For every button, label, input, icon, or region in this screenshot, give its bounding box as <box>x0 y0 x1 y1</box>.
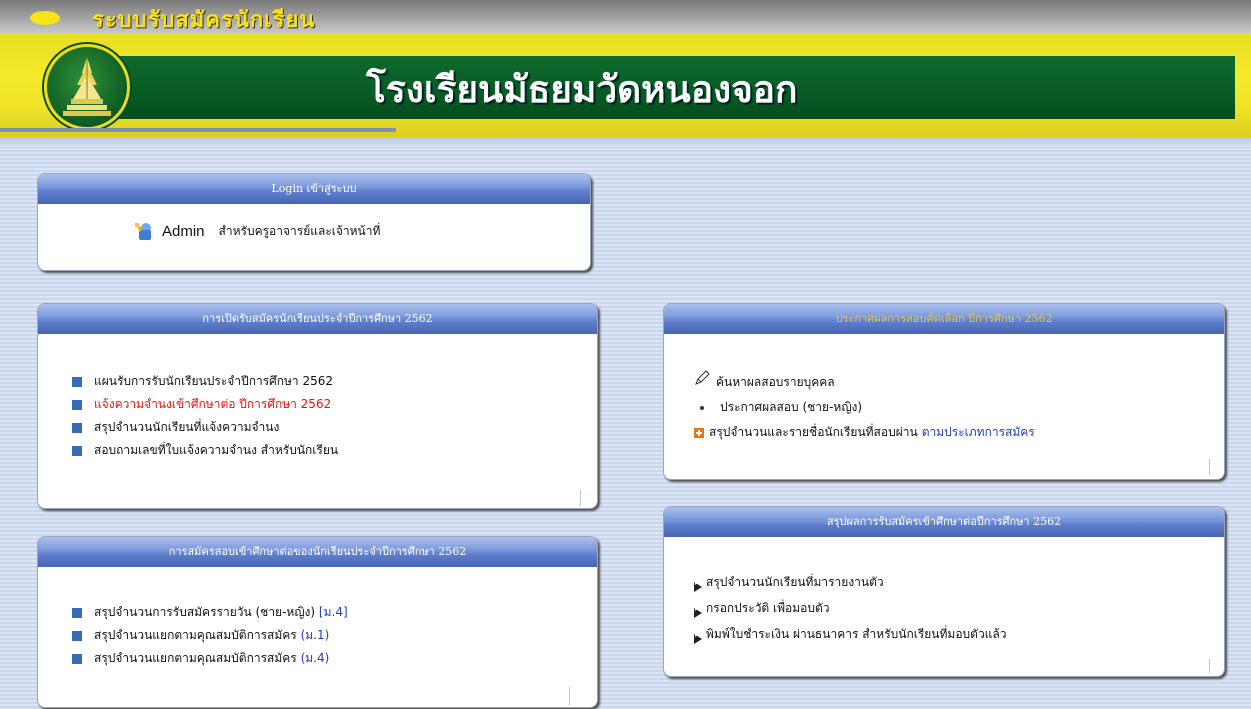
list-item[interactable]: สรุปจำนวนการรับสมัครรายวัน (ชาย-หญิง) [ม… <box>72 601 348 624</box>
bullet-square-icon <box>72 631 82 641</box>
daily-summary-link[interactable]: สรุปจำนวนการรับสมัครรายวัน (ชาย-หญิง) <box>94 605 319 619</box>
fill-profile-link[interactable]: กรอกประวัติ เพื่อมอบตัว <box>706 596 830 621</box>
scroll-marker <box>1209 459 1210 475</box>
pencil-icon <box>694 370 710 395</box>
grade-tag[interactable]: (ม.4) <box>301 651 330 665</box>
apply-panel-title: การสมัครสอบเข้าศึกษาต่อของนักเรียนประจำป… <box>38 537 597 567</box>
announce-link[interactable]: ประกาศผลสอบ (ชาย-หญิง) <box>720 395 862 420</box>
yellow-dot-icon <box>30 11 60 25</box>
list-item[interactable]: กรอกประวัติ เพื่อมอบตัว <box>694 595 1007 621</box>
summary-panel-title: สรุปผลการรับสมัครเข้าศึกษาต่อปีการศึกษา … <box>664 507 1224 537</box>
grade-tag[interactable]: (ม.1) <box>301 628 330 642</box>
pass-summary-link[interactable]: ตามประเภทการสมัคร <box>922 420 1035 445</box>
exam-result-panel: ประกาศผลการสอบคัดเลือก ปีการศึกษา 2562 ค… <box>663 303 1225 480</box>
list-item[interactable]: สรุปจำนวนนักเรียนที่มารายงานตัว <box>694 569 1007 595</box>
triangle-right-icon <box>694 576 704 592</box>
admin-row[interactable]: Admin สำหรับครูอาจารย์และเจ้าหน้าที่ <box>134 221 380 241</box>
open-panel-list: แผนรับการรับนักเรียนประจำปีการศึกษา 2562… <box>72 370 338 462</box>
scroll-marker <box>1209 659 1210 673</box>
search-result-link[interactable]: ค้นหาผลสอบรายบุคคล <box>716 370 835 395</box>
pass-summary-row[interactable]: สรุปจำนวนและรายชื่อนักเรียนที่สอบผ่าน ตา… <box>694 420 1035 445</box>
list-item[interactable]: สรุปจำนวนแยกตามคุณสมบัติการสมัคร (ม.4) <box>72 647 348 670</box>
scroll-marker <box>569 687 570 705</box>
list-item[interactable]: สรุปจำนวนแยกตามคุณสมบัติการสมัคร (ม.1) <box>72 624 348 647</box>
summary-panel-content: สรุปจำนวนนักเรียนที่มารายงานตัว กรอกประว… <box>694 569 1007 647</box>
triangle-right-icon <box>694 602 704 618</box>
list-item[interactable]: พิมพ์ใบชำระเงิน ผ่านธนาคาร สำหรับนักเรีย… <box>694 621 1007 647</box>
plus-box-icon <box>694 427 704 438</box>
result-panel-content: ค้นหาผลสอบรายบุคคล ประกาศผลสอบ (ชาย-หญิง… <box>694 370 1035 445</box>
top-strip: ระบบรับสมัครนักเรียน <box>0 0 1251 33</box>
list-item[interactable]: สรุปจำนวนนักเรียนที่แจ้งความจำนง <box>72 416 338 439</box>
admin-user-icon[interactable] <box>134 221 154 241</box>
bullet-dot-icon <box>700 405 704 410</box>
result-panel-title: ประกาศผลการสอบคัดเลือก ปีการศึกษา 2562 <box>664 304 1224 334</box>
pass-summary-text: สรุปจำนวนและรายชื่อนักเรียนที่สอบผ่าน <box>709 425 918 439</box>
bullet-square-icon <box>72 608 82 618</box>
bullet-square-icon <box>72 423 82 433</box>
apply-panel-list: สรุปจำนวนการรับสมัครรายวัน (ชาย-หญิง) [ม… <box>72 601 348 670</box>
plan-link[interactable]: แผนรับการรับนักเรียนประจำปีการศึกษา 2562 <box>94 374 333 388</box>
system-title: ระบบรับสมัครนักเรียน <box>92 8 316 33</box>
open-panel-title: การเปิดรับสมัครนักเรียนประจำปีการศึกษา 2… <box>38 304 597 334</box>
school-name: โรงเรียนมัธยมวัดหนองจอก <box>366 68 798 111</box>
bullet-square-icon <box>72 654 82 664</box>
login-panel: Login เข้าสู่ระบบ Admin สำหรับครูอาจารย์… <box>37 173 591 271</box>
intent-link[interactable]: แจ้งความจำนงเข้าศึกษาต่อ ปีการศึกษา 2562 <box>94 397 331 411</box>
list-item[interactable]: แผนรับการรับนักเรียนประจำปีการศึกษา 2562 <box>72 370 338 393</box>
header-accent-bar <box>0 128 396 132</box>
grade-tag[interactable]: [ม.4] <box>319 605 348 619</box>
apply-panel: การสมัครสอบเข้าศึกษาต่อของนักเรียนประจำป… <box>37 536 598 708</box>
intent-summary-link[interactable]: สรุปจำนวนนักเรียนที่แจ้งความจำนง <box>94 420 279 434</box>
triangle-right-icon <box>694 628 704 644</box>
list-item[interactable]: สอบถามเลขที่ใบแจ้งความจำนง สำหรับนักเรีย… <box>72 439 338 462</box>
header-underline <box>0 137 1251 147</box>
open-registration-panel: การเปิดรับสมัครนักเรียนประจำปีการศึกษา 2… <box>37 303 598 509</box>
report-summary-link[interactable]: สรุปจำนวนนักเรียนที่มารายงานตัว <box>706 570 884 595</box>
bullet-square-icon <box>72 400 82 410</box>
school-logo-icon <box>44 44 130 130</box>
login-panel-title: Login เข้าสู่ระบบ <box>38 174 590 204</box>
admin-description: สำหรับครูอาจารย์และเจ้าหน้าที่ <box>218 223 381 238</box>
qualification-summary-m1-link[interactable]: สรุปจำนวนแยกตามคุณสมบัติการสมัคร <box>94 628 301 642</box>
bullet-square-icon <box>72 377 82 387</box>
admin-link[interactable]: Admin <box>162 223 205 240</box>
qualification-summary-m4-link[interactable]: สรุปจำนวนแยกตามคุณสมบัติการสมัคร <box>94 651 301 665</box>
list-item[interactable]: แจ้งความจำนงเข้าศึกษาต่อ ปีการศึกษา 2562 <box>72 393 338 416</box>
search-result-row[interactable]: ค้นหาผลสอบรายบุคคล <box>694 370 1035 395</box>
intent-lookup-link[interactable]: สอบถามเลขที่ใบแจ้งความจำนง สำหรับนักเรีย… <box>94 443 338 457</box>
enrollment-summary-panel: สรุปผลการรับสมัครเข้าศึกษาต่อปีการศึกษา … <box>663 506 1225 677</box>
scroll-marker <box>580 490 581 506</box>
announce-row[interactable]: ประกาศผลสอบ (ชาย-หญิง) <box>694 395 1035 420</box>
bullet-square-icon <box>72 446 82 456</box>
print-payment-link[interactable]: พิมพ์ใบชำระเงิน ผ่านธนาคาร สำหรับนักเรีย… <box>706 622 1007 647</box>
